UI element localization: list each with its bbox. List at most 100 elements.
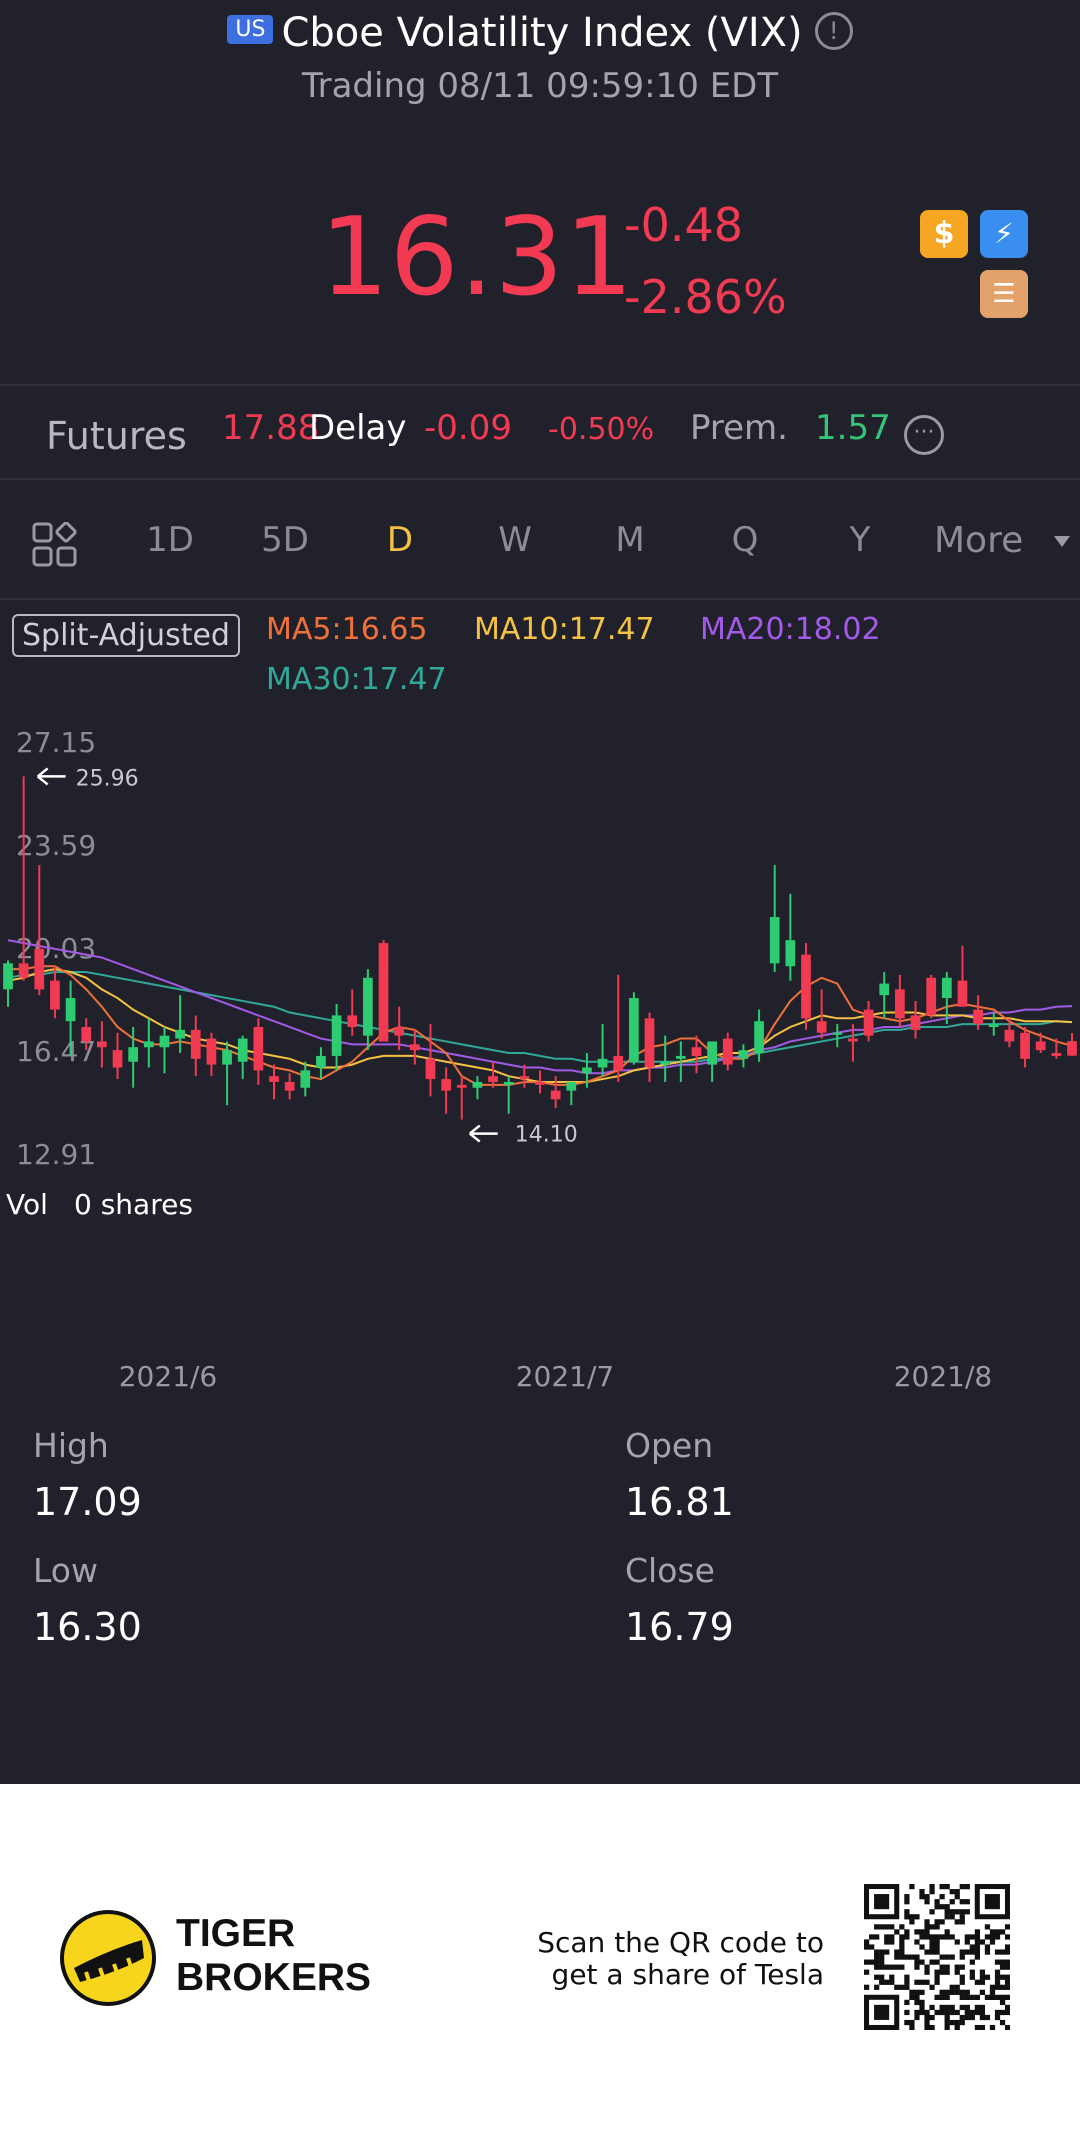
candle-body (50, 980, 60, 1010)
info-icon[interactable]: ! (814, 12, 853, 50)
qr-module (929, 1889, 935, 1895)
qr-module (944, 1909, 950, 1915)
qr-module (979, 1939, 986, 1945)
market-badge: US (227, 14, 274, 44)
qr-module (974, 1939, 980, 1945)
qr-module (939, 1934, 945, 1940)
qr-module (959, 1979, 965, 1985)
qr-module (919, 1999, 925, 2006)
dollar-icon[interactable]: $ (920, 210, 968, 258)
qr-module (999, 1974, 1006, 1980)
tab-y[interactable]: Y (820, 520, 900, 560)
qr-module (1004, 1934, 1010, 1940)
qr-module (944, 2014, 950, 2021)
candle-body (941, 977, 952, 999)
qr-module (919, 1959, 925, 1965)
qr-module (919, 1989, 925, 1995)
more-options-icon[interactable]: ··· (904, 415, 944, 455)
qr-module (909, 1989, 915, 1995)
qr-module (999, 2009, 1006, 2016)
futures-change-percent: -0.50% (548, 412, 655, 447)
qr-module (959, 1974, 965, 1980)
candle-body (832, 1032, 843, 1035)
qr-module (894, 1949, 900, 1955)
candle-body (1035, 1041, 1046, 1051)
qr-module (974, 2009, 980, 2016)
qr-module (954, 1984, 960, 1990)
qr-module (889, 1979, 895, 1985)
divider (0, 598, 1080, 600)
qr-module (969, 1994, 975, 2000)
qr-module (974, 1929, 980, 1935)
candle-body (237, 1038, 248, 1062)
qr-module (864, 1969, 870, 1975)
qr-module (964, 1994, 970, 2000)
candle-body (206, 1038, 217, 1065)
y-tick-label: 12.91 (16, 1138, 96, 1171)
qr-module (979, 1989, 986, 1995)
qr-module (904, 1914, 910, 1920)
lightning-icon[interactable]: ⚡ (980, 210, 1028, 258)
tab-d[interactable]: D (360, 520, 440, 560)
qr-module (919, 1944, 925, 1950)
qr-module (889, 1924, 895, 1930)
qr-module (949, 1934, 955, 1940)
qr-module (889, 1934, 895, 1940)
candle-body (425, 1058, 436, 1080)
tab-more[interactable]: More (934, 520, 1023, 561)
qr-module (914, 1954, 920, 1960)
candle-body (1004, 1029, 1015, 1042)
qr-module (944, 2024, 950, 2030)
candle-body (785, 940, 796, 967)
tab-q[interactable]: Q (705, 520, 785, 560)
qr-module (899, 1934, 905, 1940)
qr-module (1004, 1964, 1010, 1970)
candle-body (65, 998, 76, 1022)
candle-body (143, 1041, 154, 1048)
qr-module (994, 1929, 1001, 1935)
qr-module (964, 2009, 970, 2016)
layout-grid-icon[interactable] (32, 521, 78, 568)
tab-m[interactable]: M (590, 520, 670, 560)
high-label: High (33, 1426, 109, 1465)
qr-module (914, 1914, 920, 1920)
stack-icon[interactable]: ☰ (980, 270, 1028, 318)
price-change: -0.48 (624, 198, 744, 252)
qr-module (939, 1894, 945, 1900)
qr-module (979, 1969, 986, 1975)
promo-footer: TIGER BROKERS Scan the QR code to get a … (0, 1784, 1080, 2129)
candlestick-chart[interactable]: 27.1523.5920.0316.4712.9125.9614.10 (0, 720, 1080, 1180)
qr-module (989, 1984, 996, 1990)
ma20-line (7, 939, 1073, 1075)
qr-module (914, 1989, 920, 1995)
candle-body (597, 1058, 608, 1068)
qr-module (929, 1944, 935, 1950)
tab-w[interactable]: W (475, 520, 555, 560)
qr-module (884, 1949, 890, 1955)
qr-module (939, 1884, 945, 1890)
qr-module (914, 1979, 920, 1985)
candle-body (910, 1015, 921, 1030)
candle-body (1020, 1032, 1030, 1059)
qr-code[interactable] (864, 1884, 1010, 2030)
qr-module (909, 1884, 915, 1890)
qr-module (939, 1919, 945, 1925)
qr-module (874, 1894, 890, 1910)
tab-5d[interactable]: 5D (245, 520, 325, 560)
split-adjusted-toggle[interactable]: Split-Adjusted (12, 614, 240, 657)
qr-module (939, 1994, 945, 2000)
qr-module (934, 1959, 940, 1965)
qr-module (924, 1929, 930, 1935)
qr-module (979, 2004, 986, 2011)
chevron-down-icon[interactable] (1054, 536, 1070, 547)
qr-module (869, 1944, 875, 1950)
qr-module (999, 1994, 1006, 2000)
candle-body (378, 943, 389, 1042)
qr-module (1004, 1984, 1010, 1990)
qr-module (934, 2009, 940, 2016)
candle-body (566, 1081, 577, 1091)
candle-body (456, 1084, 467, 1088)
tab-1d[interactable]: 1D (130, 520, 210, 560)
qr-module (939, 2009, 945, 2016)
qr-module (964, 2014, 970, 2021)
